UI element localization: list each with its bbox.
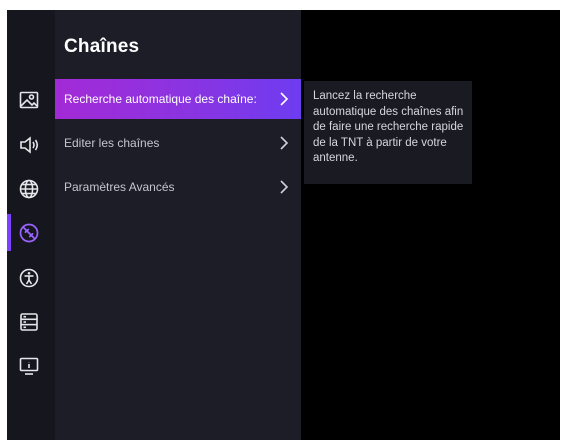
menu-item-label: Recherche automatique des chaîne: [64,92,257,106]
active-category-indicator [7,214,11,251]
chevron-right-icon [280,92,289,106]
menu-item-label: Paramètres Avancés [64,180,175,194]
sound-icon[interactable] [18,134,40,156]
accessibility-icon[interactable] [18,267,40,289]
channels-settings-panel: Chaînes Recherche automatique des chaîne… [55,10,301,440]
menu-item-advanced-settings[interactable]: Paramètres Avancés [55,167,301,207]
menu-item-automatic-search[interactable]: Recherche automatique des chaîne: [55,79,301,119]
system-info-icon[interactable] [18,355,40,377]
chevron-right-icon [280,180,289,194]
help-tooltip: Lancez la recherche automatique des chaî… [304,81,472,184]
storage-icon[interactable] [18,311,40,333]
network-globe-icon[interactable] [18,178,40,200]
settings-category-rail [7,10,55,440]
page-title: Chaînes [64,36,140,57]
picture-icon[interactable] [18,89,40,111]
tv-settings-screen: Chaînes Recherche automatique des chaîne… [7,10,560,440]
help-tooltip-text: Lancez la recherche automatique des chaî… [313,90,464,164]
chevron-right-icon [280,136,289,150]
menu-item-label: Editer les chaînes [64,136,160,150]
menu-item-edit-channels[interactable]: Editer les chaînes [55,123,301,163]
channels-icon[interactable] [18,222,40,244]
